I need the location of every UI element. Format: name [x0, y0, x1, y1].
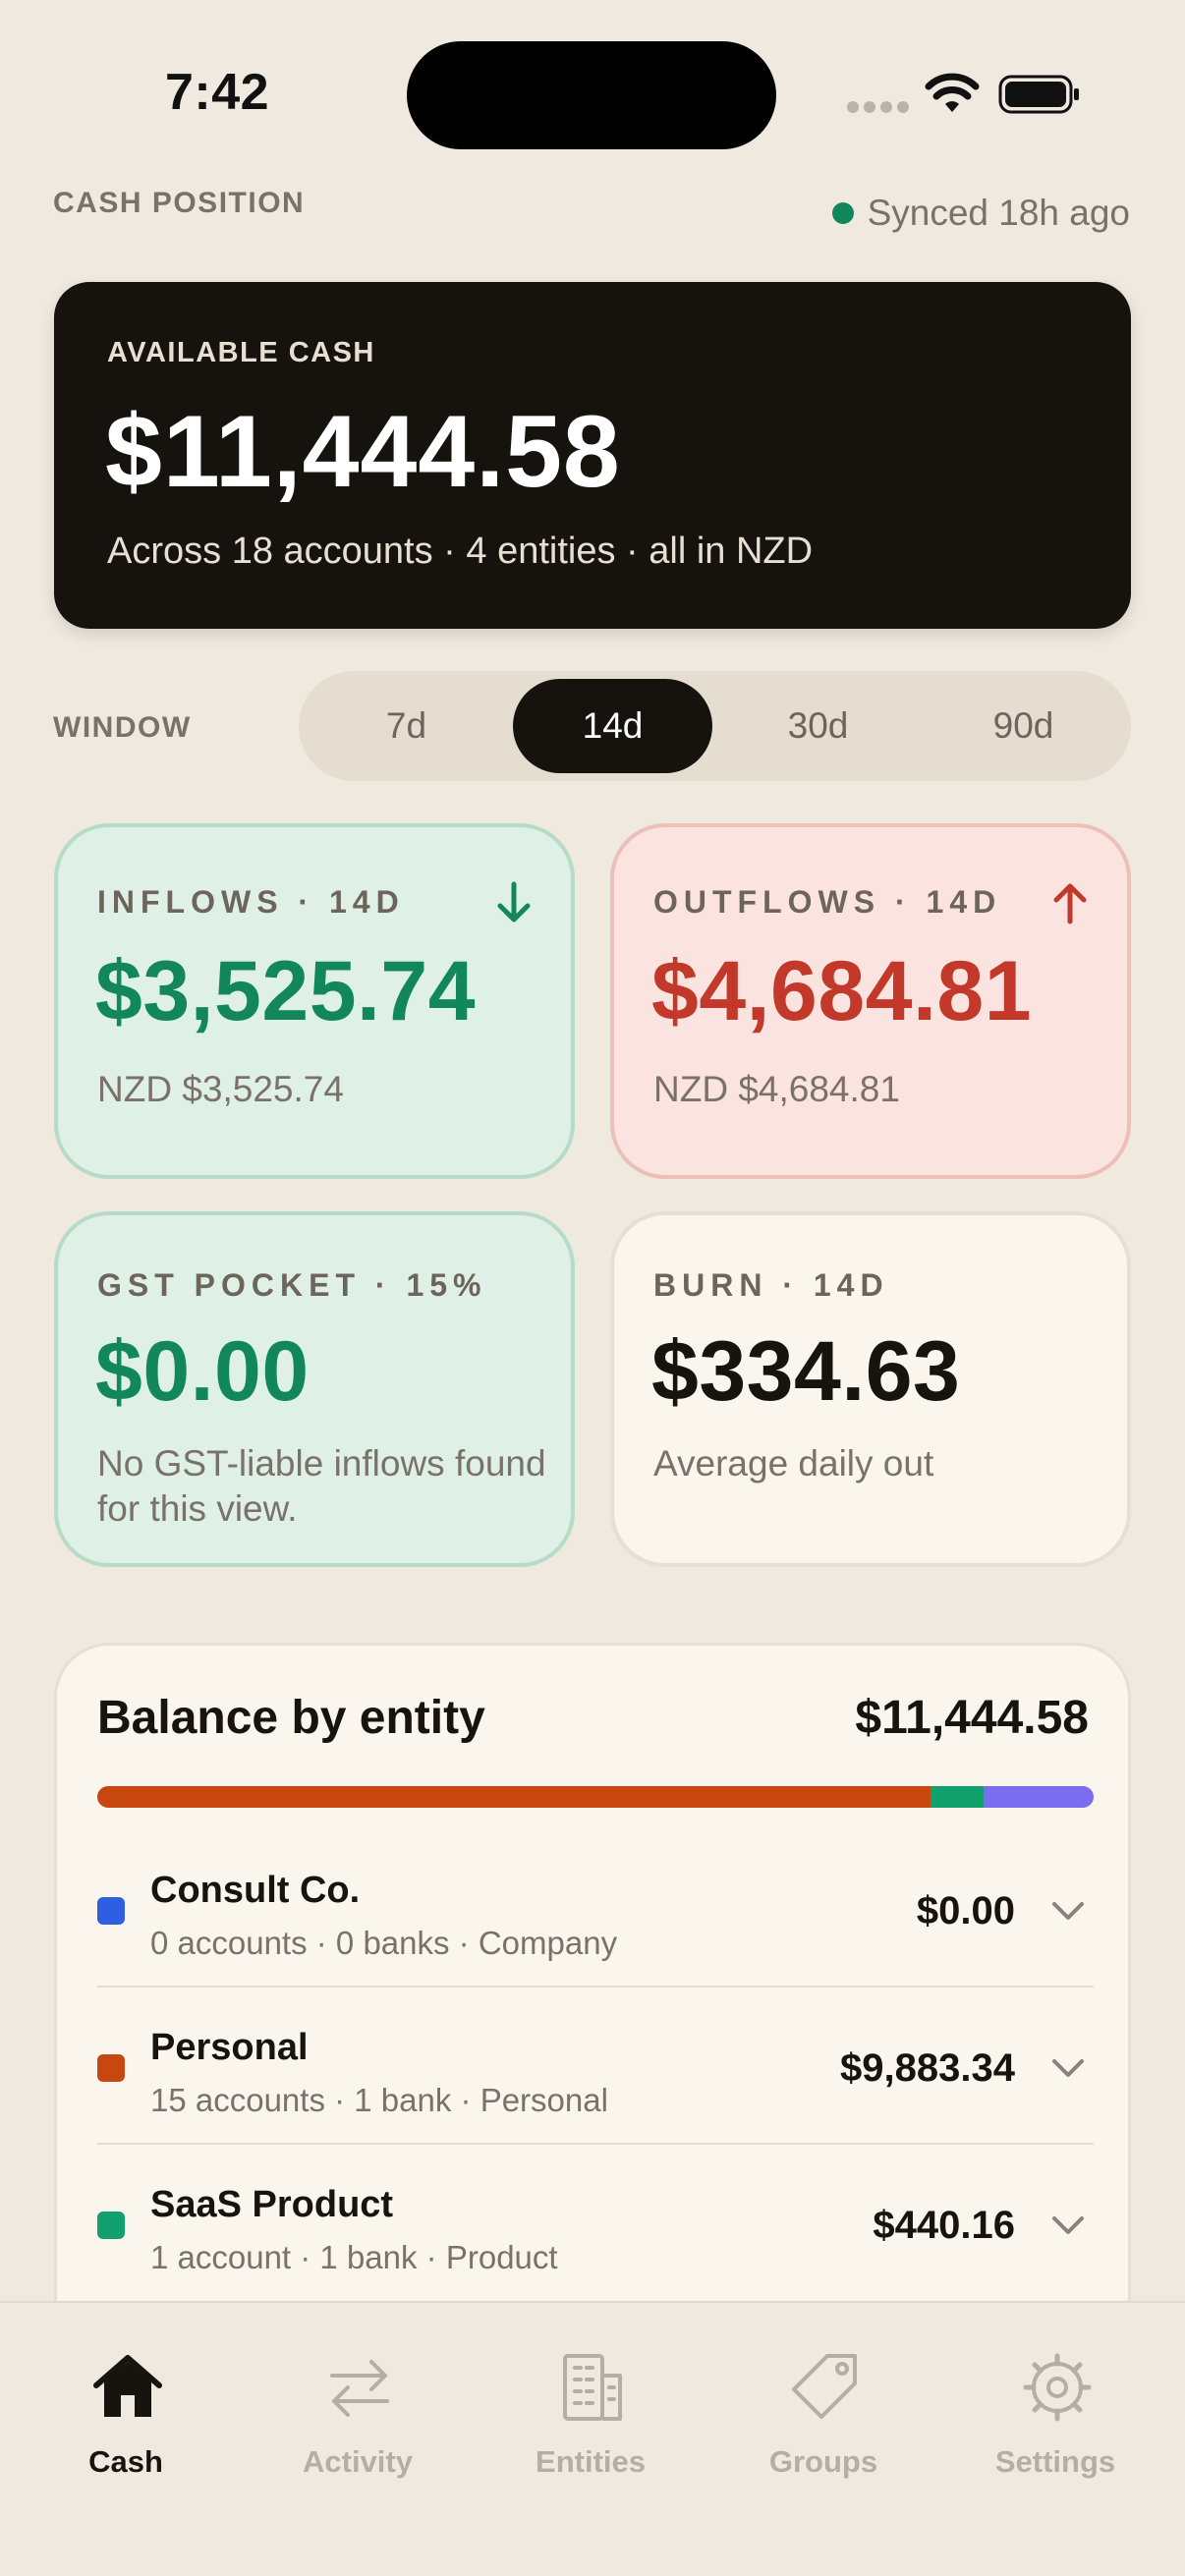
- tab-label: Activity: [303, 2444, 413, 2479]
- battery-icon: [998, 75, 1079, 114]
- chevron-down-icon[interactable]: [1050, 2213, 1086, 2237]
- gst-pocket-card[interactable]: GST POCKET · 15% $0.00 No GST-liable inf…: [54, 1211, 575, 1567]
- outflows-value: $4,684.81: [651, 944, 1033, 1038]
- page-title: CASH POSITION: [53, 187, 306, 219]
- inflows-value: $3,525.74: [95, 944, 477, 1038]
- tab-label: Cash: [88, 2444, 163, 2479]
- outflows-subtitle: NZD $4,684.81: [653, 1069, 900, 1109]
- inflows-label: INFLOWS · 14D: [97, 884, 405, 920]
- arrow-down-icon: [497, 881, 531, 923]
- tab-settings[interactable]: Settings: [957, 2332, 1154, 2480]
- bottom-tab-bar: Cash Activity Entities Groups Settings: [0, 2301, 1185, 2576]
- tab-label: Entities: [536, 2444, 646, 2479]
- dynamic-island: [407, 41, 776, 149]
- entity-meta: 0 accounts · 0 banks · Company: [150, 1925, 618, 1961]
- entity-name: Consult Co.: [150, 1870, 361, 1911]
- entity-meta: 1 account · 1 bank · Product: [150, 2239, 558, 2275]
- gst-pocket-label: GST POCKET · 15%: [97, 1267, 487, 1303]
- chevron-down-icon[interactable]: [1050, 1899, 1086, 1923]
- burn-subtitle: Average daily out: [653, 1443, 934, 1484]
- window-option-90d[interactable]: 90d: [924, 679, 1123, 773]
- status-time: 7:42: [165, 64, 270, 121]
- entity-name: Personal: [150, 2027, 309, 2068]
- home-icon: [93, 2355, 162, 2417]
- balance-by-entity-total: $11,444.58: [855, 1692, 1089, 1744]
- sync-status-dot: [831, 202, 854, 224]
- available-cash-subtitle: Across 18 accounts · 4 entities · all in…: [107, 531, 814, 572]
- window-option-14d[interactable]: 14d: [513, 679, 712, 773]
- building-icon: [563, 2354, 622, 2421]
- entity-row-saas-product[interactable]: SaaS Product 1 account · 1 bank · Produc…: [97, 2145, 1094, 2302]
- outflows-card[interactable]: OUTFLOWS · 14D $4,684.81 NZD $4,684.81: [610, 823, 1131, 1179]
- window-option-30d[interactable]: 30d: [718, 679, 918, 773]
- tab-label: Settings: [994, 2444, 1116, 2479]
- window-segmented-control: 7d 14d 30d 90d: [299, 671, 1131, 781]
- gst-pocket-subtitle: No GST-liable inflows found for this vie…: [97, 1443, 546, 1529]
- entity-row-consult-co[interactable]: Consult Co. 0 accounts · 0 banks · Compa…: [97, 1830, 1094, 1988]
- gst-pocket-value: $0.00: [95, 1324, 310, 1419]
- burn-card[interactable]: BURN · 14D $334.63 Average daily out: [610, 1211, 1131, 1567]
- tab-label: Groups: [768, 2444, 878, 2479]
- burn-label: BURN · 14D: [653, 1267, 889, 1303]
- tag-icon: [792, 2354, 857, 2419]
- sync-status: Synced 18h ago: [831, 193, 1130, 234]
- entity-balance-bar-segment: [984, 1786, 1094, 1808]
- entity-balance-bar: [97, 1786, 1094, 1808]
- entity-row-personal[interactable]: Personal 15 accounts · 1 bank · Personal…: [97, 1988, 1094, 2145]
- entity-balance-bar-segment: [97, 1786, 931, 1808]
- inflows-subtitle: NZD $3,525.74: [97, 1069, 344, 1109]
- available-cash-card: AVAILABLE CASH $11,444.58 Across 18 acco…: [54, 282, 1131, 629]
- available-cash-label: AVAILABLE CASH: [107, 337, 375, 368]
- burn-value: $334.63: [651, 1324, 961, 1419]
- entity-name: SaaS Product: [150, 2184, 394, 2225]
- status-bar: 7:42: [0, 0, 1185, 187]
- tab-entities[interactable]: Entities: [492, 2332, 689, 2480]
- cellular-dots-icon: [847, 101, 910, 115]
- entity-meta: 15 accounts · 1 bank · Personal: [150, 2082, 608, 2118]
- window-label: WINDOW: [53, 711, 192, 744]
- tab-activity[interactable]: Activity: [259, 2332, 456, 2480]
- arrow-up-icon: [1053, 883, 1087, 924]
- entity-color-swatch: [97, 1897, 125, 1925]
- tab-groups[interactable]: Groups: [725, 2332, 922, 2480]
- wifi-icon: [925, 73, 980, 112]
- entity-amount: $9,883.34: [840, 2046, 1015, 2090]
- window-option-7d[interactable]: 7d: [307, 679, 506, 773]
- sync-status-text: Synced 18h ago: [867, 193, 1130, 233]
- entity-color-swatch: [97, 2212, 125, 2239]
- outflows-label: OUTFLOWS · 14D: [653, 884, 1002, 920]
- entity-amount: $0.00: [916, 1889, 1015, 1932]
- inflows-card[interactable]: INFLOWS · 14D $3,525.74 NZD $3,525.74: [54, 823, 575, 1179]
- balance-by-entity-title: Balance by entity: [97, 1692, 485, 1744]
- arrows-swap-icon: [330, 2360, 389, 2417]
- available-cash-amount: $11,444.58: [105, 395, 621, 509]
- entity-balance-bar-segment: [930, 1786, 985, 1808]
- entity-color-swatch: [97, 2054, 125, 2082]
- tab-cash[interactable]: Cash: [28, 2332, 224, 2480]
- chevron-down-icon[interactable]: [1050, 2056, 1086, 2080]
- gear-icon: [1023, 2353, 1092, 2422]
- entity-amount: $440.16: [873, 2204, 1015, 2247]
